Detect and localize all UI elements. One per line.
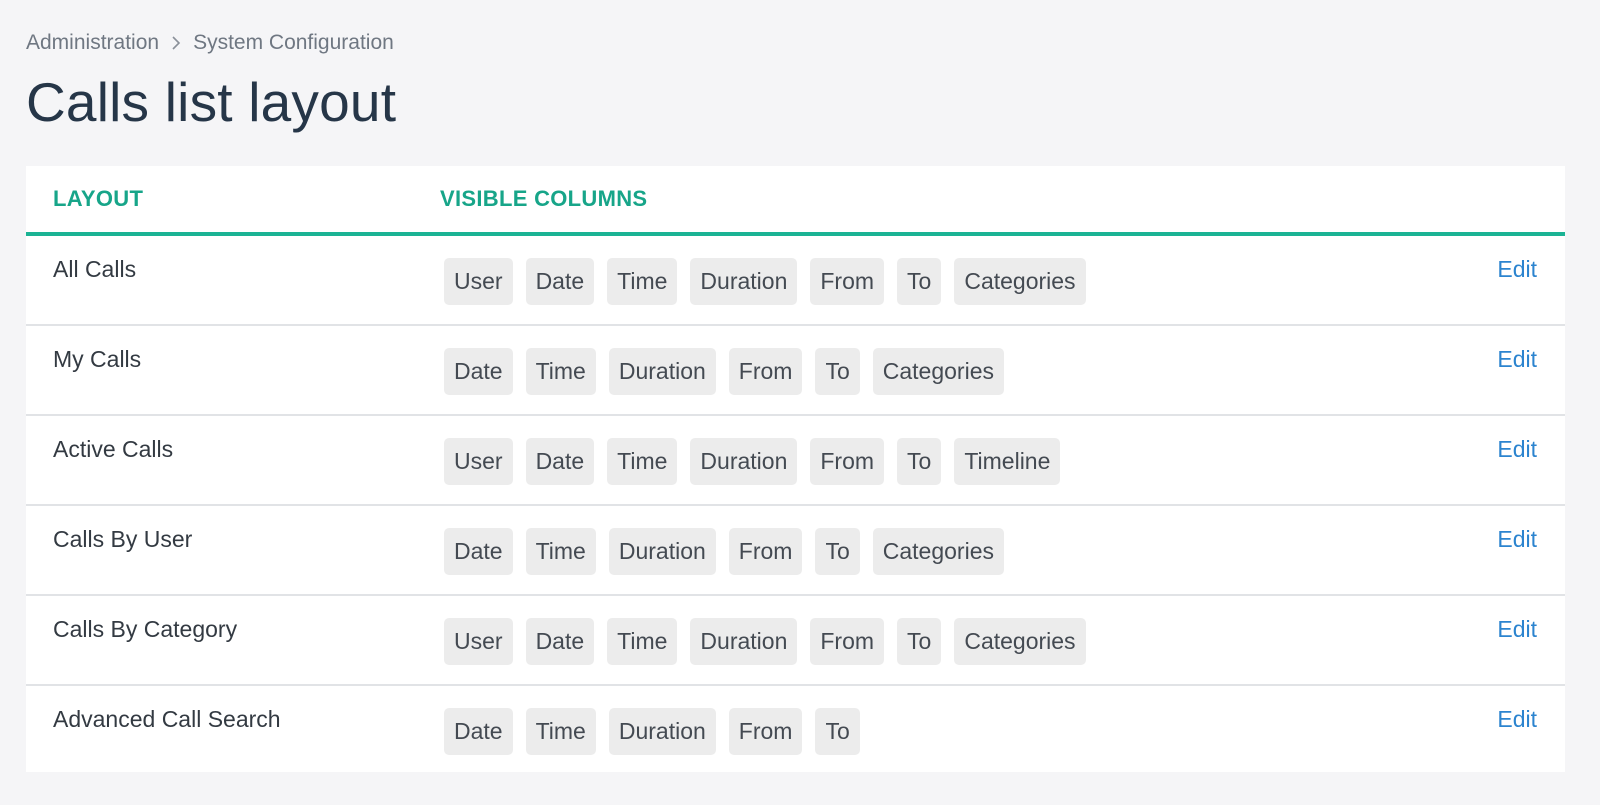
breadcrumb: Administration System Configuration [26,31,394,55]
edit-layout-link[interactable]: Edit [1497,346,1537,373]
column-chip: Time [525,708,596,755]
table-row: Calls By User Date Time Duration From To Categ… [26,506,1565,596]
layout-name: Active Calls [53,436,174,462]
visible-columns-list: Date Time Duration From To [444,708,860,755]
column-chip: To [897,258,942,305]
column-chip: Timeline [954,438,1061,485]
column-header-visible-columns: VISIBLE COLUMNS [440,186,648,211]
layout-name: Calls By User [53,526,193,552]
table-row: Calls By Category User Date Time Duration Fro… [26,596,1565,686]
table-row: My Calls Date Time Duration From To Categories… [26,326,1565,416]
layout-name: My Calls [53,346,142,372]
column-chip: Date [525,618,595,665]
column-header-layout: LAYOUT [53,186,144,211]
page-title: Calls list layout [26,71,397,133]
chevron-right-icon [169,35,183,51]
column-chip: Time [607,438,678,485]
column-chip: Date [444,528,513,575]
table-row: Advanced Call Search Date Time Duration From… [26,686,1565,772]
column-chip: Time [607,618,678,665]
edit-layout-link[interactable]: Edit [1497,706,1537,733]
edit-layout-link[interactable]: Edit [1497,526,1537,553]
visible-columns-list: User Date Time Duration From To Timeline [444,438,1061,485]
column-chip: Duration [608,708,716,755]
column-chip: Categories [954,258,1086,305]
column-chip: Duration [690,618,798,665]
column-chip: Date [444,348,513,395]
column-chip: From [810,618,885,665]
layout-name: Advanced Call Search [53,706,281,732]
column-chip: Duration [690,438,798,485]
column-chip: To [815,708,860,755]
layout-name: Calls By Category [53,616,238,642]
column-chip: Time [607,258,678,305]
layouts-table: LAYOUT VISIBLE COLUMNS All Calls User Date… [26,166,1565,772]
page: Administration System Configuration Call… [0,0,1600,805]
column-chip: From [810,438,885,485]
column-chip: Categories [954,618,1086,665]
column-chip: Duration [690,258,798,305]
table-header: LAYOUT VISIBLE COLUMNS [26,166,1565,236]
column-chip: Time [525,348,596,395]
edit-layout-link[interactable]: Edit [1497,616,1537,643]
breadcrumb-link-administration[interactable]: Administration [26,31,159,55]
table-row: All Calls User Date Time Duration From To Categ… [26,236,1565,326]
visible-columns-list: Date Time Duration From To Categories [444,348,1004,395]
column-chip: Time [525,528,596,575]
column-chip: User [444,618,513,665]
visible-columns-list: User Date Time Duration From To Categories [444,258,1086,305]
column-chip: To [897,438,942,485]
column-chip: To [897,618,942,665]
table-body: All Calls User Date Time Duration From To Categ… [26,236,1565,772]
column-chip: From [810,258,885,305]
column-chip: Categories [872,348,1004,395]
breadcrumb-link-system-configuration[interactable]: System Configuration [193,31,394,55]
column-chip: User [444,258,513,305]
table-row: Active Calls User Date Time Duration From To Ti… [26,416,1565,506]
column-chip: Duration [608,528,716,575]
column-chip: Date [444,708,513,755]
column-chip: Date [525,258,595,305]
layout-name: All Calls [53,256,137,282]
edit-layout-link[interactable]: Edit [1497,256,1537,283]
column-chip: From [728,708,803,755]
column-chip: From [728,348,803,395]
column-chip: Date [525,438,595,485]
column-chip: To [815,348,860,395]
visible-columns-list: User Date Time Duration From To Categories [444,618,1086,665]
column-chip: Categories [872,528,1004,575]
visible-columns-list: Date Time Duration From To Categories [444,528,1004,575]
edit-layout-link[interactable]: Edit [1497,436,1537,463]
column-chip: To [815,528,860,575]
column-chip: Duration [608,348,716,395]
column-chip: User [444,438,513,485]
column-chip: From [728,528,803,575]
